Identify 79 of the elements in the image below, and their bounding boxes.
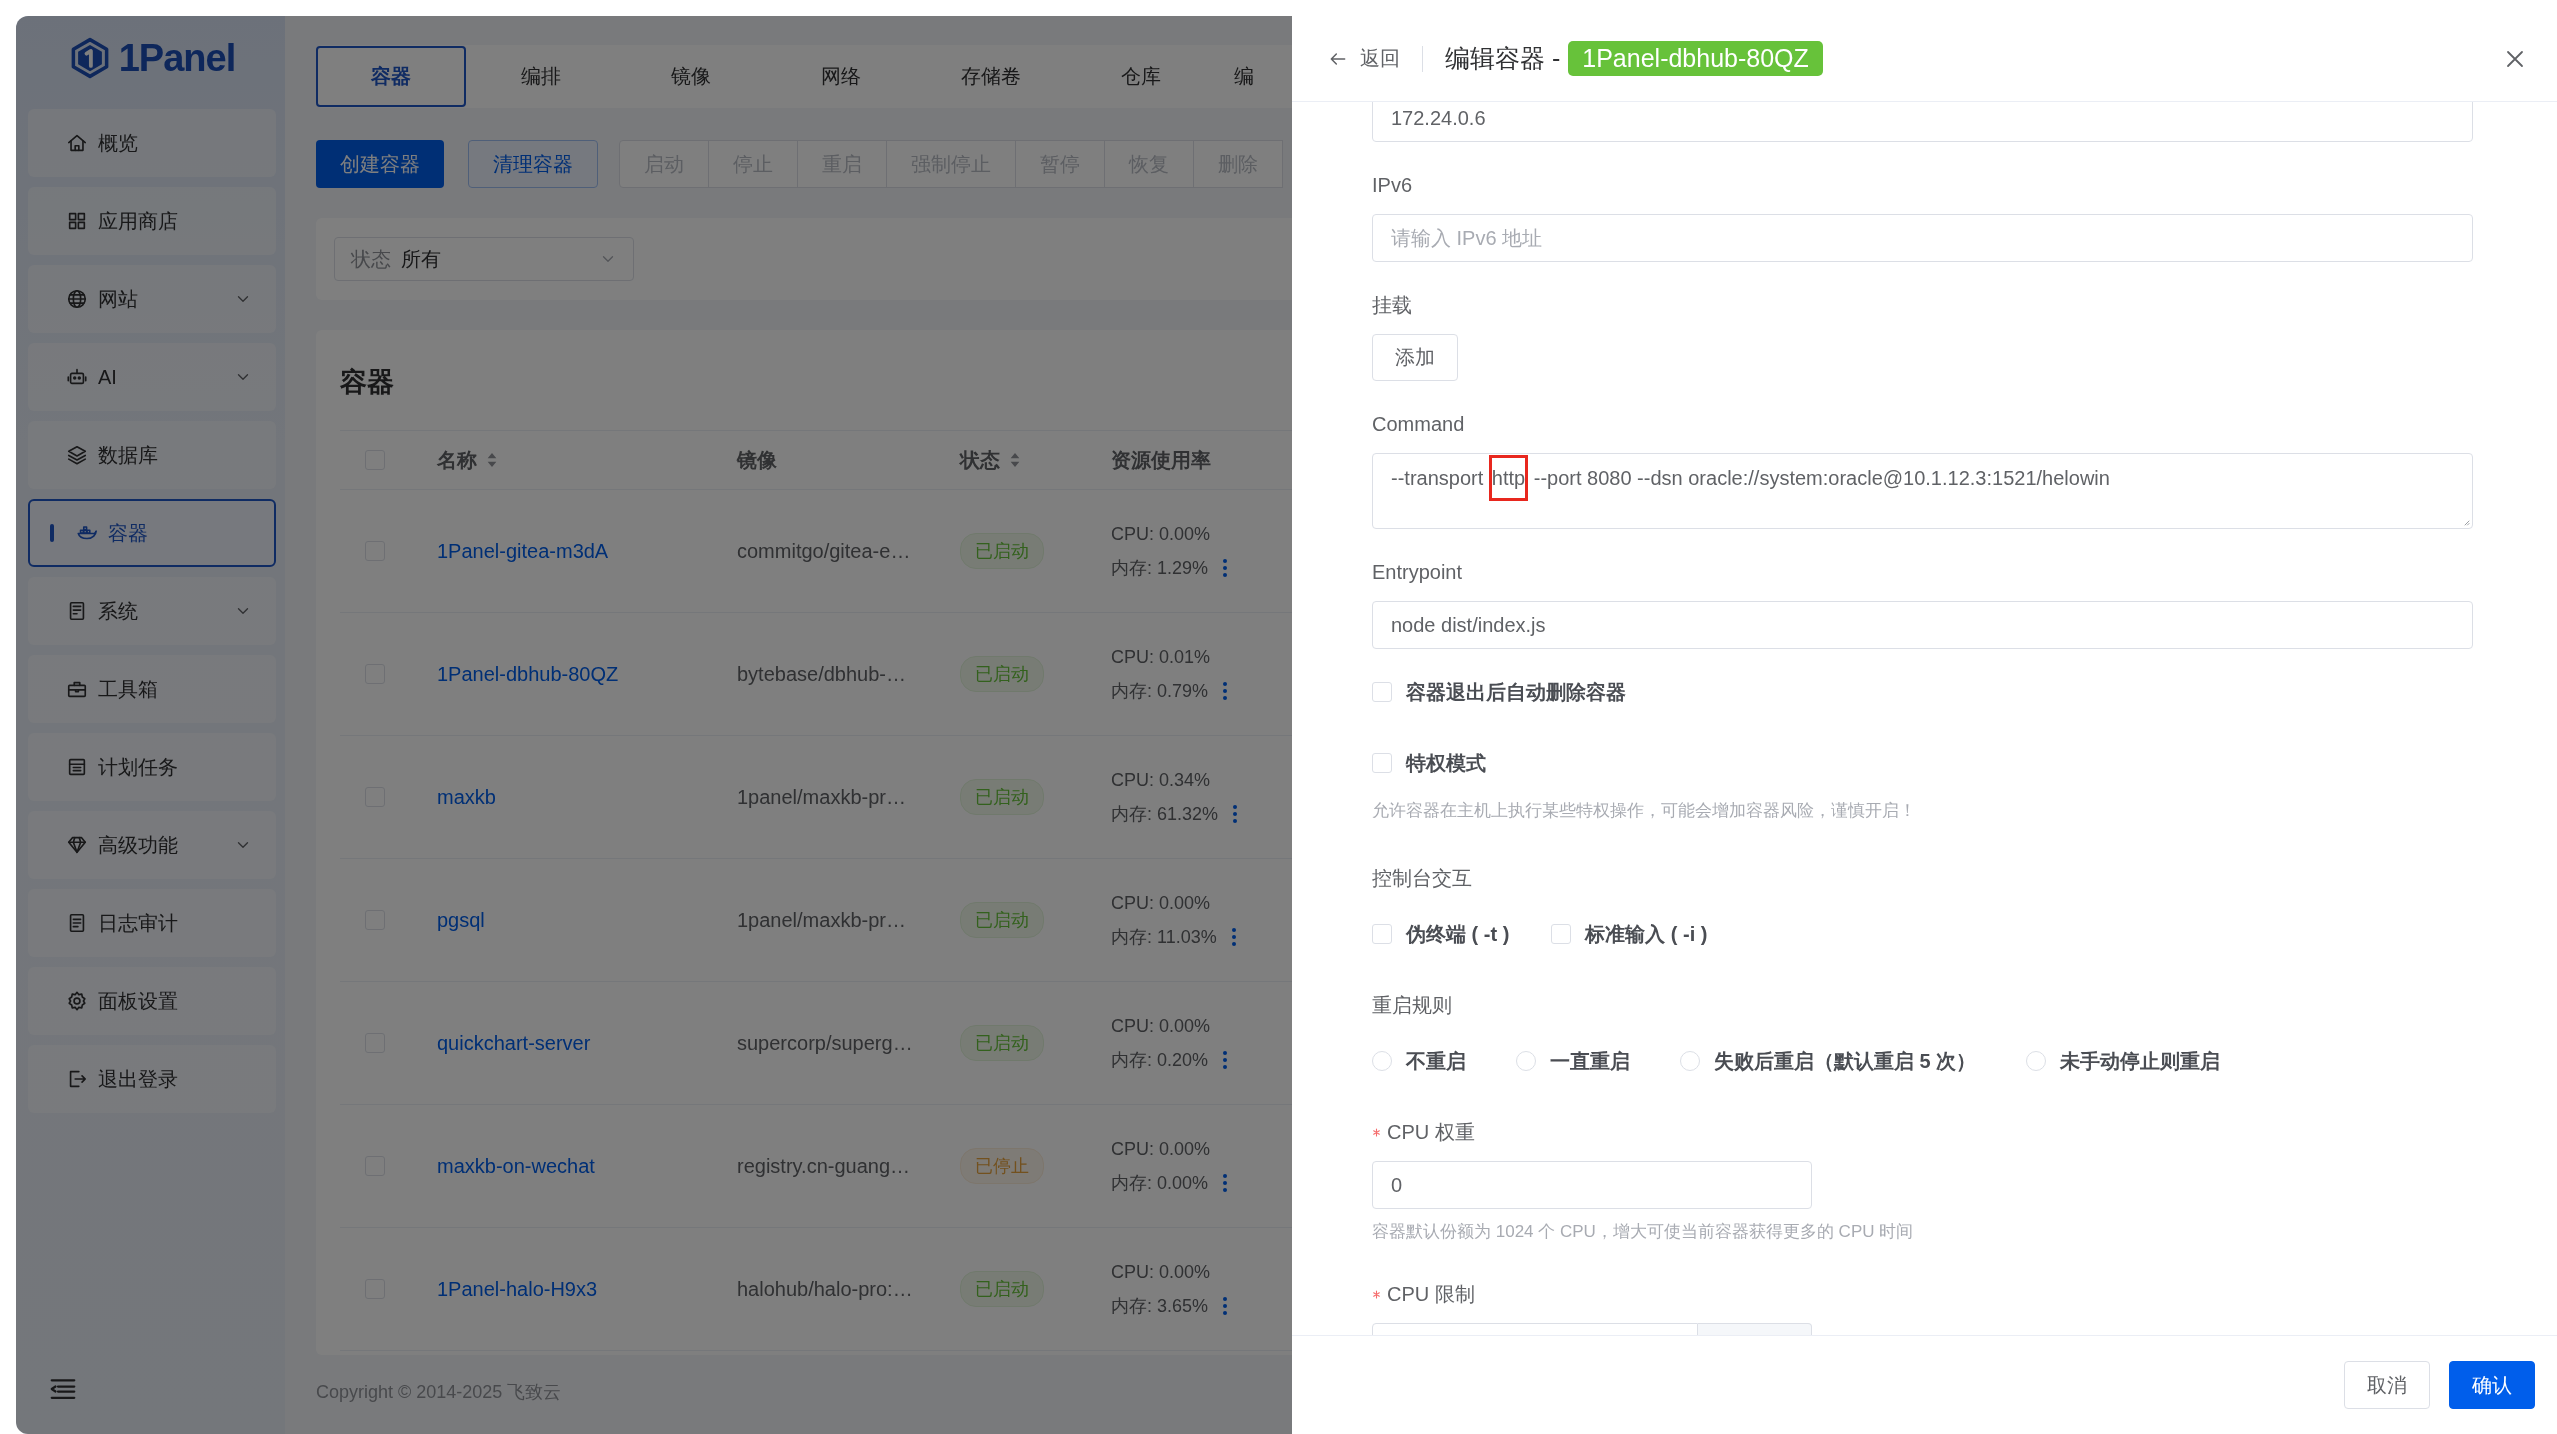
table-cell: halohub/halo-pro:… xyxy=(737,1277,913,1300)
column-header: 状态 xyxy=(960,447,1000,473)
field-label: CPU 限制 xyxy=(1387,1282,1475,1307)
memory-usage: 内存: 0.00% xyxy=(1111,1172,1209,1195)
memory-usage: 内存: 3.65% xyxy=(1111,1295,1209,1318)
input-field[interactable]: 请输入 IPv6 地址 xyxy=(1372,214,2473,262)
radio-option[interactable]: 未手动停止则重启 xyxy=(2026,1046,2221,1076)
table-cell: supercorp/superg… xyxy=(737,1031,913,1054)
cpu-usage: CPU: 0.01% xyxy=(1111,646,1211,669)
input-field[interactable]: 0 xyxy=(1372,1161,1812,1209)
table-cell: 1panel/maxkb-pr… xyxy=(737,908,906,931)
memory-usage: 内存: 11.03% xyxy=(1111,926,1217,949)
app-logo-text: 1Panel xyxy=(118,36,236,80)
table-cell: bytebase/dbhub-… xyxy=(737,662,906,685)
tab[interactable]: 存储卷 xyxy=(916,46,1066,107)
field-label: CPU 权重 xyxy=(1387,1120,1475,1145)
cpu-usage: CPU: 0.00% xyxy=(1111,523,1211,546)
radio-option[interactable]: 不重启 xyxy=(1372,1046,1466,1076)
checkbox-option[interactable]: 特权模式 xyxy=(1372,748,1486,778)
status-tag: 已启动 xyxy=(960,533,1044,569)
radio-option[interactable]: 失败后重启（默认重启 5 次） xyxy=(1680,1046,1977,1076)
input-field[interactable]: node dist/index.js xyxy=(1372,601,2473,649)
checkbox-option[interactable]: 容器退出后自动删除容器 xyxy=(1372,677,1626,707)
cpu-usage: CPU: 0.00% xyxy=(1111,1261,1211,1284)
container-name-link[interactable]: pgsql xyxy=(437,908,485,931)
back-button[interactable]: 返回 xyxy=(1328,45,1400,72)
table-cell: commitgo/gitea-e… xyxy=(737,539,911,562)
tab[interactable]: 容器 xyxy=(316,46,466,107)
tab[interactable]: 仓库 xyxy=(1066,46,1216,107)
field-label: IPv6 xyxy=(1372,173,1413,198)
table-cell: 1panel/maxkb-pr… xyxy=(737,785,906,808)
cancel-button[interactable]: 取消 xyxy=(2344,1361,2430,1409)
status-tag: 已启动 xyxy=(960,1271,1044,1307)
help-text: 允许容器在主机上执行某些特权操作，可能会增加容器风险，谨慎开启！ xyxy=(1372,800,1917,822)
tab[interactable]: 编排 xyxy=(466,46,616,107)
radio-option[interactable]: 一直重启 xyxy=(1516,1046,1630,1076)
status-tag: 已启动 xyxy=(960,779,1044,815)
container-name-link[interactable]: quickchart-server xyxy=(437,1031,591,1054)
column-header: 名称 xyxy=(437,447,477,473)
cpu-usage: CPU: 0.00% xyxy=(1111,892,1211,915)
field-label: 控制台交互 xyxy=(1372,866,1472,891)
create-container-button[interactable]: 创建容器 xyxy=(316,140,444,188)
memory-usage: 内存: 0.79% xyxy=(1111,680,1209,703)
memory-usage: 内存: 0.20% xyxy=(1111,1049,1209,1072)
checkbox-option[interactable]: 伪终端 ( -t ) xyxy=(1372,919,1510,949)
add-mount-button[interactable]: 添加 xyxy=(1372,334,1458,381)
column-header: 镜像 xyxy=(737,447,777,473)
field-label: Command xyxy=(1372,412,1465,437)
command-field[interactable]: --transport http --port 8080 --dsn oracle://system:oracle@10.1.12.3:1521/helowin xyxy=(1372,453,2473,529)
field-label: Entrypoint xyxy=(1372,560,1463,585)
confirm-button[interactable]: 确认 xyxy=(2449,1361,2535,1409)
sidebar-item[interactable]: 容器 xyxy=(28,499,276,567)
tab[interactable]: 网络 xyxy=(766,46,916,107)
cpu-usage: CPU: 0.00% xyxy=(1111,1138,1211,1161)
memory-usage: 内存: 61.32% xyxy=(1111,803,1219,826)
checkbox-option[interactable]: 标准输入 ( -i ) xyxy=(1551,919,1708,949)
container-name-tag: 1Panel-dbhub-80QZ xyxy=(1568,41,1823,76)
status-tag: 已启动 xyxy=(960,656,1044,692)
drawer-title: 编辑容器 - xyxy=(1445,43,1561,74)
input-field[interactable]: 172.24.0.6 xyxy=(1372,102,2473,142)
cpu-usage: CPU: 0.00% xyxy=(1111,1015,1211,1038)
field-label: 重启规则 xyxy=(1372,993,1452,1018)
table-title: 容器 xyxy=(340,366,395,399)
cpu-usage: CPU: 0.34% xyxy=(1111,769,1211,792)
memory-usage: 内存: 1.29% xyxy=(1111,557,1209,580)
container-name-link[interactable]: 1Panel-gitea-m3dA xyxy=(437,539,609,562)
table-cell: registry.cn-guang… xyxy=(737,1154,911,1177)
column-header: 资源使用率 xyxy=(1111,447,1211,473)
help-text: 容器默认份额为 1024 个 CPU，增大可使当前容器获得更多的 CPU 时间 xyxy=(1372,1221,1915,1243)
container-name-link[interactable]: 1Panel-halo-H9x3 xyxy=(437,1277,598,1300)
status-tag: 已启动 xyxy=(960,1025,1044,1061)
status-tag: 已停止 xyxy=(960,1148,1044,1184)
container-name-link[interactable]: maxkb-on-wechat xyxy=(437,1154,595,1177)
container-name-link[interactable]: maxkb xyxy=(437,785,496,808)
container-name-link[interactable]: 1Panel-dbhub-80QZ xyxy=(437,662,619,685)
status-tag: 已启动 xyxy=(960,902,1044,938)
clean-containers-button[interactable]: 清理容器 xyxy=(468,140,598,188)
tab[interactable]: 镜像 xyxy=(616,46,766,107)
field-label: 挂载 xyxy=(1372,293,1412,318)
